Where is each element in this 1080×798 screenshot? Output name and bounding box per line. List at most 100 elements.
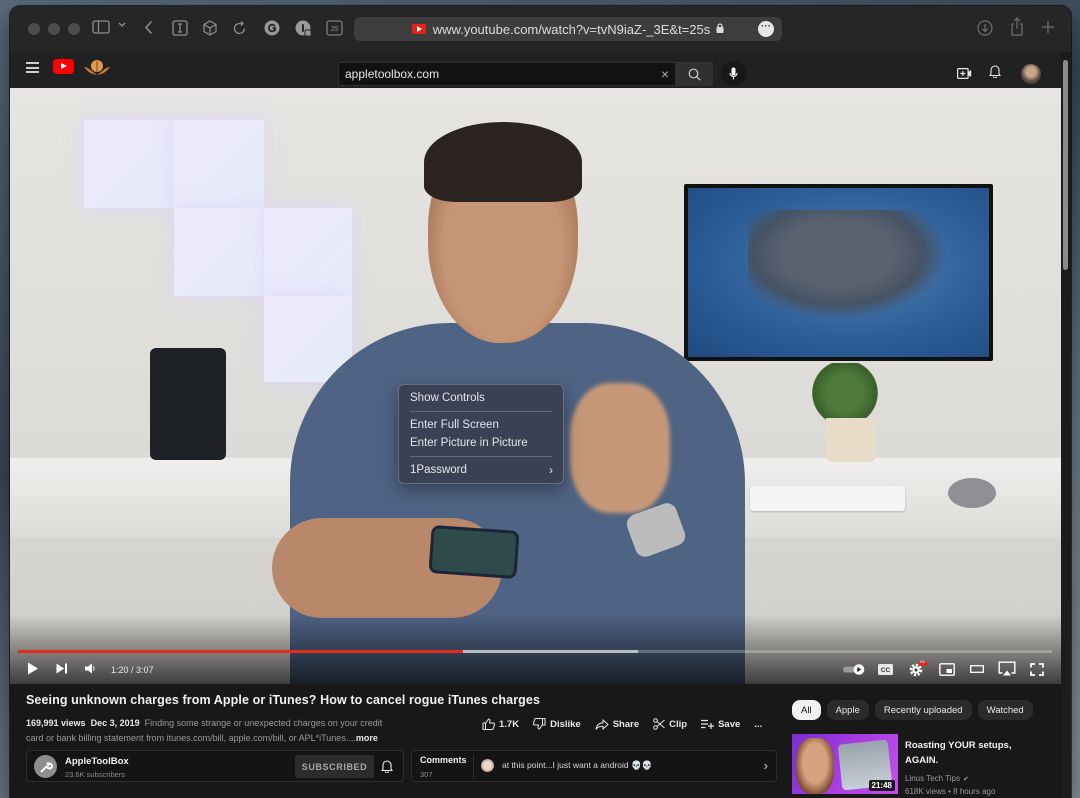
dislike-button[interactable]: Dislike	[533, 718, 581, 730]
address-bar[interactable]: www.youtube.com/watch?v=tvN9iaZ-_3E&t=25…	[354, 17, 782, 41]
save-button[interactable]: Save	[701, 719, 740, 730]
show-more-link[interactable]: more	[356, 733, 378, 743]
chevron-down-icon[interactable]	[118, 22, 126, 28]
played-bar	[18, 650, 463, 653]
svg-text:JS: JS	[330, 26, 339, 33]
like-button[interactable]: 1.7K	[482, 718, 519, 730]
chevron-right-icon: ›	[763, 758, 768, 773]
1password-icon[interactable]	[295, 20, 312, 37]
video-details: Seeing unknown charges from Apple or iTu…	[10, 684, 1061, 798]
video-thumbnail[interactable]: 21:48	[792, 734, 898, 794]
page-menu-button[interactable]: ···	[758, 21, 774, 37]
menu-item-show-controls[interactable]: Show Controls	[399, 389, 563, 407]
video-player[interactable]: Show Controls Enter Full Screen Enter Pi…	[10, 88, 1061, 684]
fullscreen-button[interactable]	[1030, 663, 1044, 676]
recommended-title[interactable]: Roasting YOUR setups, AGAIN.	[905, 738, 1045, 768]
reload-icon[interactable]	[233, 20, 247, 35]
captions-button[interactable]: CC	[878, 664, 893, 675]
menu-icon[interactable]	[26, 62, 39, 73]
download-icon[interactable]	[977, 20, 993, 36]
clip-button[interactable]: Clip	[653, 718, 687, 730]
chip-recently-uploaded[interactable]: Recently uploaded	[874, 700, 972, 720]
autoplay-icon	[843, 664, 865, 675]
recommended-meta: 618K views • 8 hours ago	[905, 787, 996, 796]
video-title: Seeing unknown charges from Apple or iTu…	[26, 693, 541, 707]
menu-item-label: 1Password	[410, 464, 467, 476]
play-button[interactable]	[27, 662, 38, 675]
player-controls: 1:20 / 3:07 CC HD	[10, 658, 1061, 684]
new-tab-icon[interactable]	[1041, 20, 1055, 34]
chip-apple[interactable]: Apple	[826, 700, 869, 720]
volume-button[interactable]	[85, 663, 95, 674]
channel-avatar[interactable]	[34, 755, 57, 778]
submenu-arrow-icon: ›	[549, 463, 553, 477]
lock-icon	[716, 22, 724, 36]
skip-next-icon	[56, 663, 67, 674]
search-icon	[688, 68, 701, 81]
back-icon[interactable]	[144, 20, 153, 35]
airplay-button[interactable]	[998, 661, 1016, 677]
channel-name[interactable]: AppleToolBox	[65, 756, 129, 767]
menu-item-1password[interactable]: 1Password ›	[399, 461, 563, 479]
recommended-channel[interactable]: Linus Tech Tips ✔	[905, 774, 969, 783]
reader-icon[interactable]	[172, 20, 188, 36]
menu-separator	[410, 456, 552, 457]
page-scrollbar[interactable]	[1061, 52, 1071, 798]
video-description[interactable]: 169,991 views Dec 3, 2019 Finding some s…	[26, 716, 396, 746]
menu-item-enter-picture-in-picture[interactable]: Enter Picture in Picture	[399, 434, 563, 452]
zoom-window-button[interactable]	[68, 23, 80, 35]
search-input-value: appletoolbox.com	[345, 67, 440, 81]
search-button[interactable]	[676, 62, 713, 86]
filter-chips: All Apple Recently uploaded Watched	[792, 700, 1033, 720]
notification-bell-button[interactable]	[380, 759, 394, 778]
channel-name: Linus Tech Tips	[905, 774, 960, 783]
commenter-avatar	[481, 759, 494, 772]
subscribed-button[interactable]: SUBSCRIBED	[295, 755, 374, 778]
wrench-icon	[39, 761, 53, 773]
voice-search-button[interactable]	[721, 61, 746, 86]
dislike-label: Dislike	[550, 718, 581, 730]
share-icon[interactable]	[1010, 17, 1024, 36]
subscriber-count: 23.6K subscribers	[65, 770, 126, 779]
play-icon	[28, 662, 38, 675]
menu-separator	[410, 411, 552, 412]
menu-item-enter-full-screen[interactable]: Enter Full Screen	[399, 416, 563, 434]
js-icon[interactable]: JS	[326, 20, 343, 36]
volume-icon	[85, 663, 95, 674]
notifications-icon[interactable]	[988, 64, 1002, 83]
create-video-icon[interactable]	[957, 66, 972, 84]
save-label: Save	[718, 718, 741, 730]
recommended-video[interactable]: 21:48 Roasting YOUR setups, AGAIN. Linus…	[792, 734, 1052, 798]
grammarly-icon[interactable]	[264, 20, 280, 36]
youtube-logo-icon[interactable]	[53, 59, 74, 74]
miniplayer-button[interactable]	[939, 663, 955, 676]
settings-button[interactable]: HD	[908, 660, 928, 677]
miniplayer-icon	[939, 663, 955, 676]
user-avatar[interactable]	[1021, 64, 1041, 84]
share-button[interactable]: Share	[595, 718, 639, 730]
clear-search-icon[interactable]: ×	[661, 66, 669, 82]
url-text: www.youtube.com/watch?v=tvN9iaZ-_3E&t=25…	[432, 21, 711, 37]
minimize-window-button[interactable]	[48, 23, 60, 35]
video-actions: 1.7K Dislike Share Clip Save ...	[482, 718, 776, 730]
more-actions-button[interactable]: ...	[754, 719, 762, 730]
sidebar-icon[interactable]	[92, 20, 110, 34]
close-window-button[interactable]	[28, 23, 40, 35]
thumbs-up-icon	[482, 718, 495, 730]
next-button[interactable]	[56, 663, 68, 674]
fullscreen-icon	[1030, 663, 1044, 676]
progress-bar[interactable]	[18, 650, 1052, 653]
youtube-header: appletoolbox.com ×	[10, 52, 1071, 88]
theater-mode-button[interactable]	[970, 665, 984, 673]
extension-logo-icon[interactable]	[83, 58, 111, 76]
search-input[interactable]: appletoolbox.com ×	[338, 62, 676, 86]
box-icon[interactable]	[202, 20, 218, 36]
microphone-icon	[729, 67, 738, 80]
chip-watched[interactable]: Watched	[977, 700, 1033, 720]
chip-all[interactable]: All	[792, 700, 821, 720]
comments-card[interactable]: Comments 307 at this point...I just want…	[411, 750, 777, 782]
scrollbar-thumb[interactable]	[1063, 60, 1068, 270]
time-display: 1:20 / 3:07	[111, 665, 154, 675]
autoplay-toggle[interactable]	[843, 664, 865, 675]
view-count: 169,991 views	[26, 718, 86, 728]
